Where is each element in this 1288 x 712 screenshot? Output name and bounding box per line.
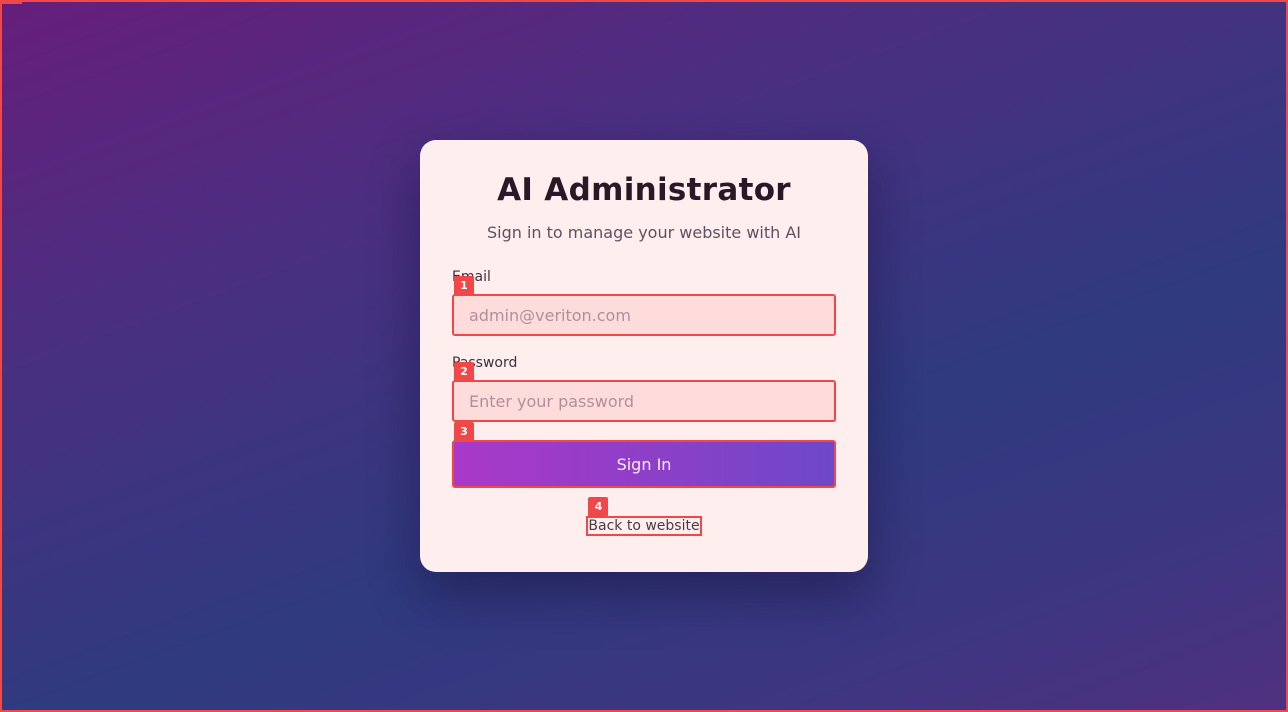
corner-marker (0, 0, 22, 4)
element-marker-badge: 1 (454, 276, 474, 296)
back-link-wrapper: 4 Back to website (586, 497, 702, 536)
login-card: AI Administrator Sign in to manage your … (420, 140, 868, 572)
password-field-wrapper: 2 (452, 362, 836, 422)
back-to-website-link[interactable]: Back to website (586, 516, 702, 536)
password-label: Password (452, 355, 518, 371)
element-marker-badge: 3 (454, 422, 474, 442)
page-subtitle: Sign in to manage your website with AI (486, 223, 802, 242)
back-link-row: 4 Back to website (452, 497, 836, 536)
element-marker-badge: 4 (588, 497, 609, 517)
element-marker-badge: 2 (454, 362, 474, 382)
page-title: AI Administrator (497, 172, 791, 208)
email-input[interactable] (452, 294, 836, 336)
email-label: Email (452, 268, 836, 286)
sign-in-button[interactable]: Sign In (452, 440, 836, 488)
password-input[interactable] (452, 380, 836, 422)
email-field-wrapper: 1 (452, 276, 836, 336)
submit-button-wrapper: 3 Sign In (452, 422, 836, 488)
